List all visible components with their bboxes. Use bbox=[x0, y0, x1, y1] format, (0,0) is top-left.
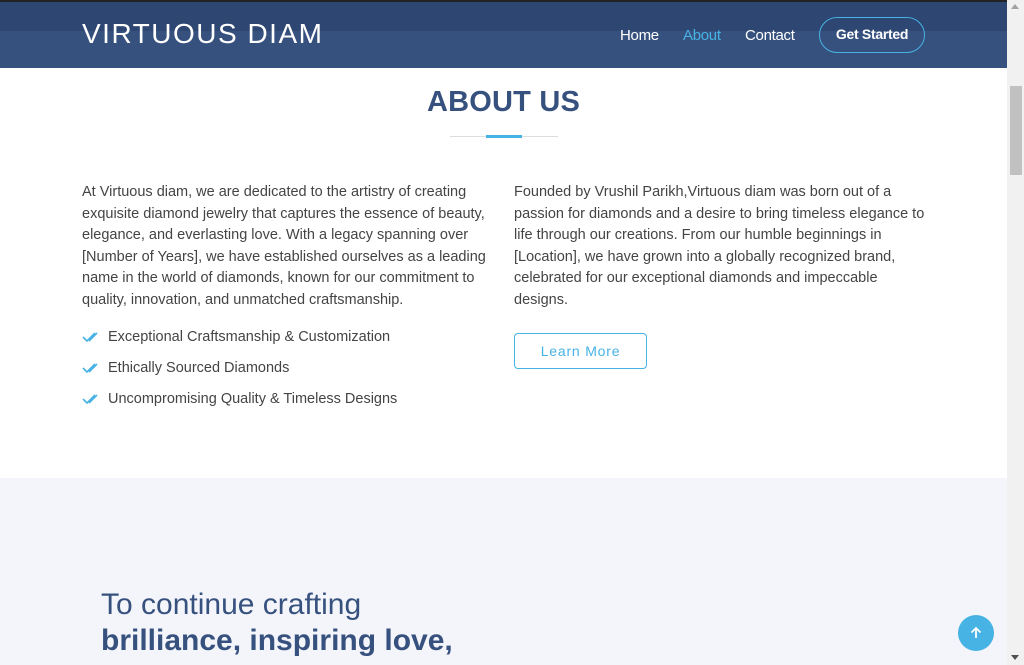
nav-home[interactable]: Home bbox=[620, 27, 659, 44]
double-check-icon bbox=[82, 394, 98, 405]
feature-label: Uncompromising Quality & Timeless Design… bbox=[108, 391, 398, 407]
scroll-down-arrow-icon[interactable] bbox=[1011, 655, 1019, 660]
title-divider-accent bbox=[486, 135, 522, 138]
about-paragraph-left: At Virtuous diam, we are dedicated to th… bbox=[82, 184, 486, 308]
feature-item: Exceptional Craftsmanship & Customizatio… bbox=[82, 327, 390, 347]
about-paragraph-right: Founded by Vrushil Parikh,Virtuous diam … bbox=[514, 184, 925, 308]
window-top-border bbox=[0, 0, 1024, 2]
get-started-button[interactable]: Get Started bbox=[819, 17, 925, 53]
nav-about[interactable]: About bbox=[683, 27, 721, 44]
double-check-icon bbox=[82, 363, 98, 374]
scroll-up-arrow-icon[interactable] bbox=[1011, 4, 1019, 9]
feature-label: Exceptional Craftsmanship & Customizatio… bbox=[108, 329, 391, 345]
feature-label: Ethically Sourced Diamonds bbox=[108, 360, 290, 376]
cta-heading-line1: To continue crafting bbox=[101, 588, 362, 621]
feature-item: Uncompromising Quality & Timeless Design… bbox=[82, 389, 397, 409]
double-check-icon bbox=[82, 332, 98, 343]
nav-contact[interactable]: Contact bbox=[745, 27, 795, 44]
arrow-up-icon bbox=[970, 626, 982, 638]
scrollbar-thumb[interactable] bbox=[1010, 86, 1022, 175]
cta-heading-line2: brilliance, inspiring love, bbox=[101, 624, 453, 657]
site-logo[interactable]: VIRTUOUS DIAM bbox=[82, 18, 323, 50]
feature-item: Ethically Sourced Diamonds bbox=[82, 358, 289, 378]
section-title: ABOUT US bbox=[426, 86, 581, 118]
back-to-top-button[interactable] bbox=[958, 615, 994, 651]
learn-more-button[interactable]: Learn More bbox=[514, 333, 647, 369]
